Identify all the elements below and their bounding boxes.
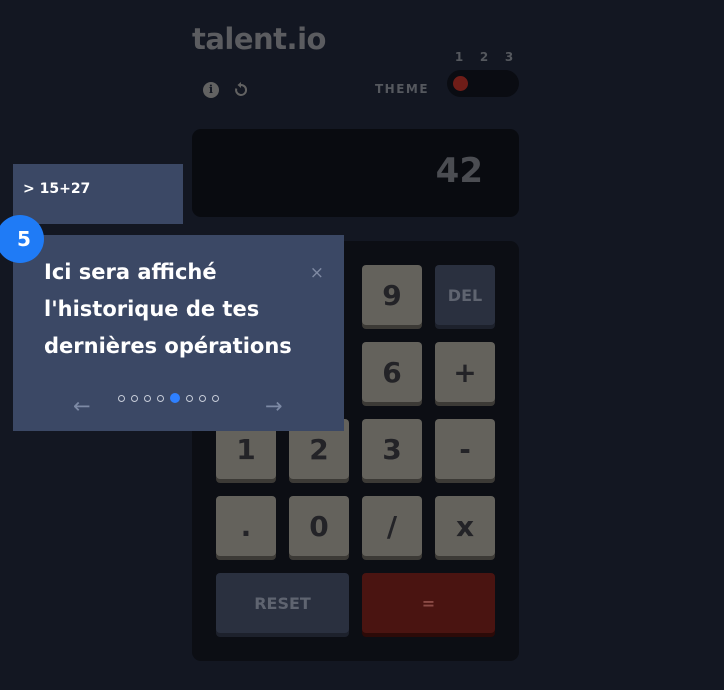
theme-toggle-knob[interactable] [453, 76, 468, 91]
key-0[interactable]: 0 [289, 496, 349, 556]
history-panel: > 15+27 [13, 164, 183, 224]
key-multiply[interactable]: x [435, 496, 495, 556]
key-decimal[interactable]: . [216, 496, 276, 556]
arrow-left-icon[interactable]: ← [73, 396, 91, 417]
tour-tooltip: Ici sera affiché l'historique de tes der… [13, 235, 344, 431]
step-dot[interactable] [186, 394, 193, 402]
step-dot[interactable] [199, 394, 206, 402]
theme-option-2[interactable]: 2 [477, 50, 491, 64]
tour-text: Ici sera affiché l'historique de tes der… [44, 260, 292, 358]
key-del[interactable]: DEL [435, 265, 495, 325]
arrow-right-icon[interactable]: → [265, 396, 283, 417]
step-dot-active[interactable] [170, 393, 180, 403]
key-reset[interactable]: RESET [216, 573, 349, 633]
step-dot[interactable] [212, 394, 219, 402]
theme-toggle[interactable] [447, 70, 519, 97]
key-divide[interactable]: / [362, 496, 422, 556]
theme-label: THEME [375, 82, 430, 96]
theme-option-1[interactable]: 1 [452, 50, 466, 64]
key-equals[interactable]: = [362, 573, 495, 633]
step-dot[interactable] [144, 394, 151, 402]
info-icon[interactable]: i [203, 82, 219, 98]
theme-options: 1 2 3 [452, 50, 516, 64]
theme-option-3[interactable]: 3 [502, 50, 516, 64]
toolbar: i [203, 82, 249, 98]
key-3[interactable]: 3 [362, 419, 422, 479]
step-dot[interactable] [157, 394, 164, 402]
close-icon[interactable]: × [310, 263, 324, 283]
key-6[interactable]: 6 [362, 342, 422, 402]
key-plus[interactable]: + [435, 342, 495, 402]
logo: talent.io [192, 22, 326, 56]
reset-icon[interactable] [233, 82, 249, 98]
display-value: 42 [435, 151, 483, 191]
step-indicator [118, 393, 219, 403]
step-dot[interactable] [131, 394, 138, 402]
history-entry: > 15+27 [23, 181, 91, 197]
key-minus[interactable]: - [435, 419, 495, 479]
calculator-display: 42 [192, 129, 519, 217]
key-9[interactable]: 9 [362, 265, 422, 325]
step-dot[interactable] [118, 394, 125, 402]
